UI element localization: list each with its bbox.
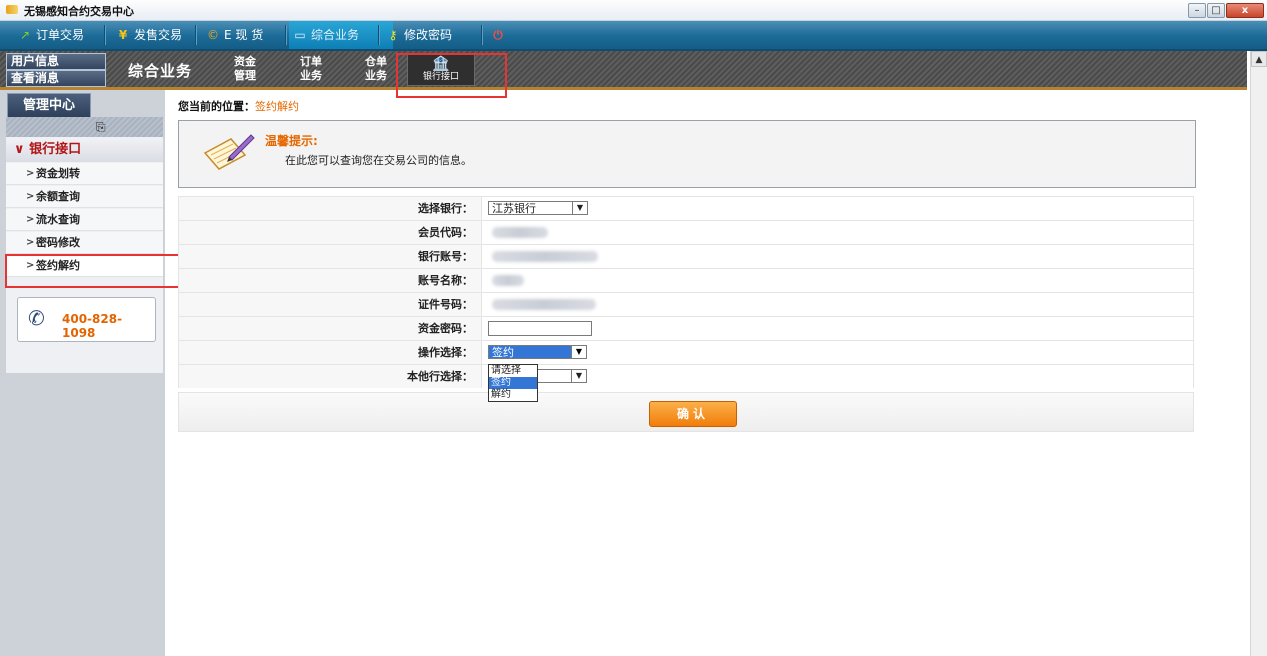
e-icon: © <box>207 28 219 42</box>
highlight-box-bank-tab <box>396 53 507 98</box>
app-icon <box>6 5 18 14</box>
chevron-right-icon: > <box>26 237 35 248</box>
tip-box: 温馨提示: 在此您可以查询您在交易公司的信息。 <box>178 120 1196 188</box>
operation-label: 操作选择： <box>179 341 482 364</box>
sidebar-item-password-change[interactable]: > 密码修改 <box>6 232 163 254</box>
maximize-button[interactable]: □ <box>1207 3 1225 18</box>
sub-nav: 用户信息 查看消息 综合业务 资金 管理 订单 业务 仓单 业务 🏦 银行接口 <box>0 51 1247 90</box>
sidebar-item-balance-query[interactable]: > 余额查询 <box>6 186 163 208</box>
view-messages-button[interactable]: 查看消息 <box>6 70 106 87</box>
form-row-operation: 操作选择： 签约 ▼ <box>178 340 1194 364</box>
sidebar: 管理中心 ⎘ ∨ 银行接口 > 资金划转 > 余额查询 > 流水查询 > 密码修… <box>0 90 165 656</box>
sidebar-item-transaction-query[interactable]: > 流水查询 <box>6 209 163 231</box>
form-row-bank-account: 银行账号： <box>178 244 1194 268</box>
bank-type-label: 本他行选择： <box>179 365 482 388</box>
window-title: 无锡感知合约交易中心 <box>24 5 134 18</box>
member-code-label: 会员代码： <box>179 221 482 244</box>
pencil-notepad-icon <box>203 134 255 170</box>
nav-item-issue-trade[interactable]: ¥ 发售交易 <box>112 21 182 49</box>
form-row-fund-password: 资金密码： <box>178 316 1194 340</box>
dropdown-option-cancel[interactable]: 解约 <box>489 389 537 401</box>
form-footer: 确认 <box>178 392 1194 432</box>
chevron-right-icon: > <box>26 168 35 179</box>
title-bar: 无锡感知合约交易中心 – □ x <box>0 0 1267 21</box>
power-icon: ⏻ <box>493 28 503 42</box>
close-button[interactable]: x <box>1226 3 1264 18</box>
operation-select[interactable]: 签约 ▼ <box>488 345 587 359</box>
subnav-order-business[interactable]: 订单 业务 <box>291 55 331 83</box>
bank-label: 选择银行： <box>179 197 482 220</box>
chart-icon: ↗ <box>19 28 31 42</box>
form-row-bank-type: 本他行选择： ▼ <box>178 364 1194 388</box>
account-name-label: 账号名称： <box>179 269 482 292</box>
form-row-account-name: 账号名称： <box>178 268 1194 292</box>
minimize-button[interactable]: – <box>1188 3 1206 18</box>
monitor-icon: ▭ <box>294 28 306 42</box>
bank-select[interactable]: 江苏银行 ▼ <box>488 201 588 215</box>
subnav-warehouse-business[interactable]: 仓单 业务 <box>356 55 396 83</box>
scroll-up-arrow[interactable]: ▲ <box>1251 51 1267 67</box>
redacted-member-code <box>492 227 548 238</box>
phone-hotline: ✆ 400-828-1098 <box>17 297 156 342</box>
chevron-down-icon[interactable]: ▼ <box>572 202 587 214</box>
form-row-member-code: 会员代码： <box>178 220 1194 244</box>
fund-password-input[interactable] <box>488 321 592 336</box>
key-icon: ⚷ <box>388 28 398 42</box>
chevron-down-icon[interactable]: ▼ <box>571 370 586 382</box>
chevron-right-icon: > <box>26 214 35 225</box>
chevron-right-icon: > <box>26 191 35 202</box>
form-row-bank: 选择银行： 江苏银行 ▼ <box>178 196 1194 220</box>
sidebar-group-bank-interface[interactable]: ∨ 银行接口 <box>6 138 163 162</box>
fund-password-label: 资金密码： <box>179 317 482 340</box>
nav-item-logout[interactable]: ⏻ 退 出 <box>487 21 563 98</box>
id-number-label: 证件号码： <box>179 293 482 316</box>
yen-icon: ¥ <box>118 28 128 42</box>
nav-item-e-spot[interactable]: © E 现 货 <box>202 21 263 49</box>
section-title: 综合业务 <box>128 62 193 80</box>
tip-title: 温馨提示: <box>265 134 318 148</box>
chevron-down-icon[interactable]: ▼ <box>571 346 586 358</box>
redacted-id-number <box>492 299 596 310</box>
subnav-fund-management[interactable]: 资金 管理 <box>225 55 265 83</box>
redacted-bank-account <box>492 251 598 262</box>
tip-body: 在此您可以查询您在交易公司的信息。 <box>285 154 472 167</box>
chevron-down-icon: ∨ <box>14 142 25 157</box>
clipboard-icon[interactable]: ⎘ <box>96 120 106 135</box>
user-info-button[interactable]: 用户信息 <box>6 53 106 70</box>
highlight-box-sign-cancel <box>5 254 182 288</box>
confirm-button[interactable]: 确认 <box>649 401 737 427</box>
sidebar-item-fund-transfer[interactable]: > 资金划转 <box>6 163 163 185</box>
management-center-tab[interactable]: 管理中心 <box>7 93 91 117</box>
operation-dropdown-list[interactable]: 请选择 签约 解约 <box>488 364 538 402</box>
nav-item-order-trade[interactable]: ↗ 订单交易 <box>14 21 84 49</box>
dropdown-option-sign[interactable]: 签约 <box>489 377 537 389</box>
form-row-id-number: 证件号码： <box>178 292 1194 316</box>
main-nav: ↗ 订单交易 ¥ 发售交易 © E 现 货 ▭ 综合业务 ⚷ 修改密码 ⏻ 退 … <box>0 21 1267 98</box>
vertical-scrollbar[interactable]: ▲ <box>1250 51 1267 656</box>
nav-item-change-password[interactable]: ⚷ 修改密码 <box>382 21 452 49</box>
dropdown-option-please-select[interactable]: 请选择 <box>489 365 537 377</box>
phone-icon: ✆ <box>28 306 45 330</box>
redacted-account-name <box>492 275 524 286</box>
sidebar-panel-header: ⎘ <box>6 117 163 137</box>
bank-account-label: 银行账号： <box>179 245 482 268</box>
breadcrumb: 您当前的位置：签约解约 <box>178 100 299 113</box>
breadcrumb-current[interactable]: 签约解约 <box>255 100 299 113</box>
